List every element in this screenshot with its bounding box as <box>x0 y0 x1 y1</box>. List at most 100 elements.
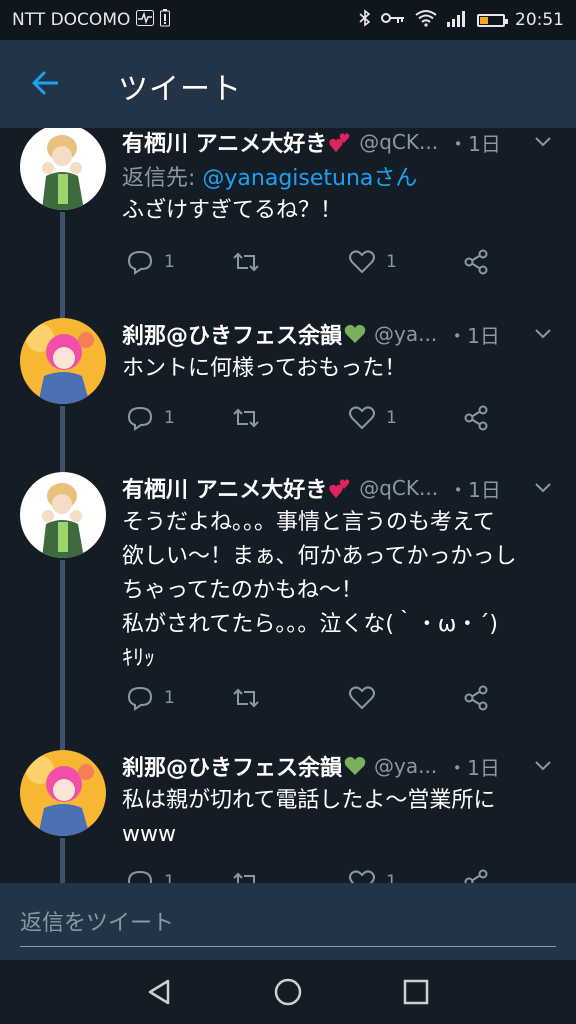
like-count: 1 <box>386 872 397 883</box>
avatar[interactable] <box>20 750 106 836</box>
timestamp: ・1日 <box>448 477 501 502</box>
avatar[interactable] <box>20 318 106 404</box>
tweet-item[interactable]: 刹那@ひきフェス余韻 @ya... ・1日 私は親が切れて電話したよ〜営業所に … <box>0 748 576 883</box>
clock: 20:51 <box>515 10 564 30</box>
display-name[interactable]: 有栖川 アニメ大好き <box>122 128 327 158</box>
reply-to-line: 返信先: @yanagisetunaさん <box>122 160 417 192</box>
chevron-down-icon[interactable] <box>534 132 552 150</box>
retweet-button[interactable] <box>232 684 270 712</box>
reply-button[interactable]: 1 <box>126 248 175 276</box>
like-count: 1 <box>386 408 397 428</box>
wifi-icon <box>415 9 437 32</box>
tweet-actions: 1 1 <box>122 868 542 883</box>
reply-input-underline <box>20 946 556 947</box>
heart-icon <box>349 250 375 274</box>
green-heart-icon <box>344 324 366 343</box>
tweet-thread[interactable]: 有栖川 アニメ大好き @qCK... ・1日 返信先: @yanagisetun… <box>0 128 576 883</box>
retweet-icon <box>233 688 259 708</box>
reply-count: 1 <box>164 408 175 428</box>
reply-button[interactable]: 1 <box>126 868 175 883</box>
tweet-text: 私は親が切れて電話したよ〜営業所に www <box>122 788 496 847</box>
page-title: ツイート <box>118 72 242 107</box>
avatar[interactable] <box>20 472 106 558</box>
reply-icon <box>127 406 153 431</box>
nav-back-icon[interactable] <box>144 976 176 1008</box>
retweet-icon <box>233 252 259 272</box>
retweet-button[interactable] <box>232 248 270 276</box>
tweet-item[interactable]: 刹那@ひきフェス余韻 @ya... ・1日 ホントに何様っておもった！ 1 1 <box>0 316 576 456</box>
reply-input[interactable]: 返信をツイート <box>20 905 174 937</box>
carrier-name: NTT DOCOMO <box>12 10 131 30</box>
share-button[interactable] <box>462 404 500 432</box>
app-bar: ツイート <box>0 40 576 128</box>
chevron-down-icon[interactable] <box>534 756 552 774</box>
retweet-icon <box>233 872 255 883</box>
share-icon <box>464 405 488 431</box>
share-button[interactable] <box>462 248 500 276</box>
like-button[interactable] <box>348 684 386 712</box>
tweet-actions: 1 1 <box>122 404 542 434</box>
chevron-down-icon[interactable] <box>534 324 552 342</box>
tweet-item[interactable]: 有栖川 アニメ大好き @qCK... ・1日 返信先: @yanagisetun… <box>0 128 576 304</box>
share-button[interactable] <box>462 868 500 883</box>
share-button[interactable] <box>462 684 500 712</box>
reply-to-mention[interactable]: @yanagisetunaさん <box>202 166 417 191</box>
tweet-actions: 1 <box>122 684 542 714</box>
nav-recents-icon[interactable] <box>400 976 432 1008</box>
reply-count: 1 <box>164 688 175 708</box>
system-navigation-bar <box>0 960 576 1024</box>
two-hearts-icon <box>329 133 350 152</box>
like-button[interactable]: 1 <box>348 248 397 276</box>
reply-icon <box>127 870 153 883</box>
key-icon <box>381 10 405 30</box>
bluetooth-icon <box>359 8 371 32</box>
chevron-down-icon[interactable] <box>534 478 552 496</box>
activity-icon <box>136 10 155 30</box>
retweet-button[interactable] <box>232 404 270 432</box>
handle[interactable]: @qCK... <box>359 476 438 500</box>
share-icon <box>464 249 488 275</box>
display-name[interactable]: 刹那@ひきフェス余韻 <box>122 318 342 350</box>
handle[interactable]: @qCK... <box>359 130 438 154</box>
tweet-header: 有栖川 アニメ大好き @qCK... ・1日 <box>122 470 556 506</box>
heart-icon <box>349 406 375 430</box>
reply-composer[interactable]: 返信をツイート <box>0 883 576 960</box>
like-count: 1 <box>386 252 397 272</box>
display-name[interactable]: 刹那@ひきフェス余韻 <box>122 750 342 782</box>
like-button[interactable]: 1 <box>348 404 397 432</box>
share-icon <box>464 685 488 711</box>
tweet-item[interactable]: 有栖川 アニメ大好き @qCK... ・1日 そうだよね。。。事情と言うのも考え… <box>0 470 576 730</box>
alert-icon <box>160 9 171 31</box>
two-hearts-icon <box>329 479 350 498</box>
tweet-text: ふざけすぎてるね？！ <box>122 198 343 223</box>
display-name[interactable]: 有栖川 アニメ大好き <box>122 472 327 504</box>
timestamp: ・1日 <box>447 323 500 348</box>
tweet-actions: 1 1 <box>122 248 542 278</box>
heart-icon <box>349 686 375 710</box>
reply-button[interactable]: 1 <box>126 684 175 712</box>
retweet-icon <box>233 408 259 428</box>
status-bar: NTT DOCOMO 20:51 <box>0 0 576 40</box>
tweet-header: 有栖川 アニメ大好き @qCK... ・1日 <box>122 128 556 160</box>
share-icon <box>464 869 488 883</box>
back-arrow-icon[interactable] <box>30 67 62 99</box>
reply-button[interactable]: 1 <box>126 404 175 432</box>
timestamp: ・1日 <box>447 755 500 780</box>
avatar[interactable] <box>20 128 106 210</box>
reply-count: 1 <box>164 872 175 883</box>
tweet-header: 刹那@ひきフェス余韻 @ya... ・1日 <box>122 748 556 784</box>
reply-to-label: 返信先: <box>122 166 203 191</box>
handle[interactable]: @ya... <box>374 754 437 778</box>
reply-icon <box>127 250 153 275</box>
retweet-button[interactable] <box>232 868 270 883</box>
handle[interactable]: @ya... <box>374 322 437 346</box>
like-button[interactable]: 1 <box>348 868 397 883</box>
heart-icon <box>349 870 375 883</box>
tweet-text: そうだよね。。。事情と言うのも考えて 欲しい〜！まぁ、何かあってかっかっし ちゃ… <box>122 510 517 671</box>
reply-count: 1 <box>164 252 175 272</box>
tweet-header: 刹那@ひきフェス余韻 @ya... ・1日 <box>122 316 556 352</box>
timestamp: ・1日 <box>448 131 501 156</box>
green-heart-icon <box>344 756 366 775</box>
battery-icon <box>477 13 508 27</box>
nav-home-icon[interactable] <box>272 976 304 1008</box>
